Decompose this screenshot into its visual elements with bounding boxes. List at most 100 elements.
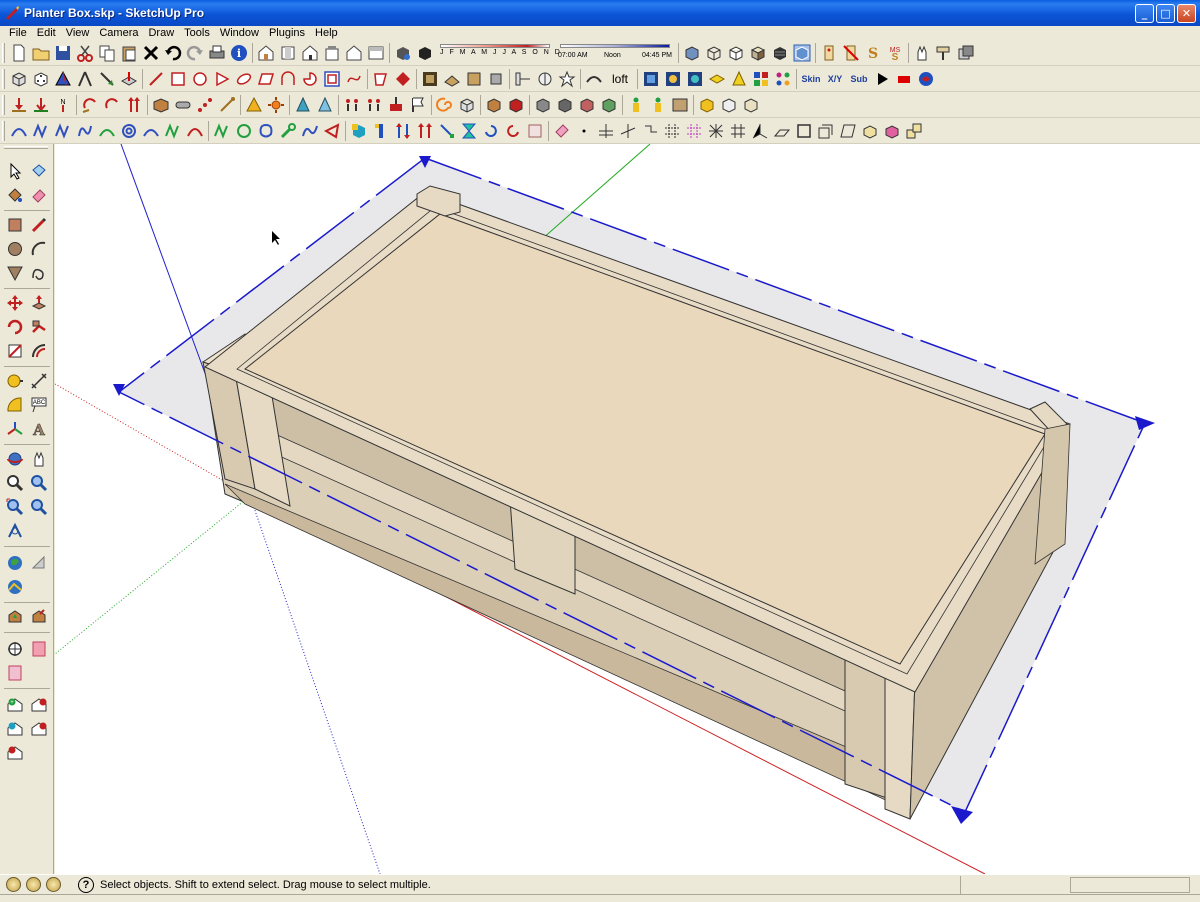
frame-square-icon[interactable]	[793, 120, 815, 142]
pan-hand-icon[interactable]	[28, 448, 50, 470]
align-plugin-icon[interactable]	[30, 94, 52, 116]
eraser-pink-icon[interactable]	[551, 120, 573, 142]
parallelogram-tool-icon[interactable]	[255, 68, 277, 90]
warning-icon[interactable]	[243, 94, 265, 116]
flat-plane-icon[interactable]	[771, 120, 793, 142]
modeling-viewport[interactable]	[55, 144, 1200, 874]
knife-icon[interactable]	[96, 68, 118, 90]
menu-camera[interactable]: Camera	[94, 27, 143, 39]
ruby-console-icon[interactable]	[915, 68, 937, 90]
date-slider[interactable]	[440, 44, 550, 48]
previous-view-icon[interactable]	[28, 496, 50, 518]
line-tool-icon[interactable]	[145, 68, 167, 90]
textured-style-icon[interactable]	[769, 42, 791, 64]
push-pull-icon[interactable]	[28, 292, 50, 314]
camera-plugin-icon[interactable]	[684, 68, 706, 90]
save-icon[interactable]	[52, 42, 74, 64]
stop-icon[interactable]	[893, 68, 915, 90]
flag-icon[interactable]	[407, 94, 429, 116]
sandbox-s-icon[interactable]: S	[862, 42, 884, 64]
texture-image-icon[interactable]	[419, 68, 441, 90]
iso-view-icon[interactable]	[255, 42, 277, 64]
toggle-terrain-icon[interactable]	[4, 576, 26, 598]
zoom-icon[interactable]	[4, 472, 26, 494]
face-outline-icon[interactable]	[370, 68, 392, 90]
3d-text-icon[interactable]: A	[28, 418, 50, 440]
get-models-icon[interactable]	[28, 606, 50, 628]
zoom-window-icon[interactable]	[28, 472, 50, 494]
polygon-tool-icon[interactable]	[211, 68, 233, 90]
orbit-icon[interactable]	[4, 448, 26, 470]
curve-6-icon[interactable]	[140, 120, 162, 142]
dice-icon[interactable]	[30, 68, 52, 90]
arrows-up-down-icon[interactable]	[392, 120, 414, 142]
film-strip-icon[interactable]	[640, 68, 662, 90]
display-shadows-icon[interactable]	[414, 42, 436, 64]
shaded-style-icon[interactable]	[747, 42, 769, 64]
move-icon[interactable]	[4, 292, 26, 314]
ms-plugin-icon[interactable]: MS S	[884, 42, 906, 64]
scale-icon[interactable]	[4, 340, 26, 362]
grid-dashed-icon[interactable]	[661, 120, 683, 142]
ring-icon[interactable]	[233, 120, 255, 142]
pie-tool-icon[interactable]	[299, 68, 321, 90]
grid-cube-3-icon[interactable]	[576, 94, 598, 116]
geo-location-icon[interactable]	[6, 877, 21, 892]
front-view-icon[interactable]	[299, 42, 321, 64]
figure-plugin-2-icon[interactable]	[647, 94, 669, 116]
blue-bar-icon[interactable]	[370, 120, 392, 142]
yellow-diamond-icon[interactable]	[706, 68, 728, 90]
redo-icon[interactable]	[184, 42, 206, 64]
sub-button[interactable]: Sub	[847, 68, 871, 90]
section-display-icon[interactable]	[4, 662, 26, 684]
loft-button[interactable]: loft	[605, 68, 635, 90]
follow-me-icon[interactable]	[28, 316, 50, 338]
color-cubes-icon[interactable]	[750, 68, 772, 90]
paint-bucket-icon[interactable]	[4, 184, 26, 206]
axes-icon[interactable]	[4, 418, 26, 440]
walls-plugin-icon[interactable]	[818, 42, 840, 64]
rotate-plugin-2-icon[interactable]	[101, 94, 123, 116]
sandbox-grid-icon[interactable]	[118, 68, 140, 90]
paste-icon[interactable]	[118, 42, 140, 64]
scene-plugin-icon[interactable]	[662, 68, 684, 90]
rectangle-icon[interactable]	[4, 214, 26, 236]
scene-play-icon[interactable]	[4, 742, 26, 764]
walk-icon[interactable]	[4, 520, 26, 542]
text-icon[interactable]: ABC	[28, 394, 50, 416]
axis-tripod-icon[interactable]	[749, 120, 771, 142]
paper-plugin-icon[interactable]	[524, 120, 546, 142]
top-view-icon[interactable]	[277, 42, 299, 64]
star-lines-icon[interactable]	[705, 120, 727, 142]
diamond-icon[interactable]	[392, 68, 414, 90]
time-slider[interactable]	[560, 44, 670, 48]
grid-cube-icon[interactable]	[532, 94, 554, 116]
menu-plugins[interactable]: Plugins	[264, 27, 310, 39]
rotate-blue-icon[interactable]	[480, 120, 502, 142]
google-earth-icon[interactable]	[4, 552, 26, 574]
right-view-icon[interactable]	[321, 42, 343, 64]
cross-plane-icon[interactable]	[595, 120, 617, 142]
add-scene-icon[interactable]: +	[4, 694, 26, 716]
figure-plugin-icon[interactable]	[625, 94, 647, 116]
protractor-icon[interactable]	[4, 394, 26, 416]
toolbar-grip[interactable]	[2, 95, 5, 115]
star-icon[interactable]	[556, 68, 578, 90]
maximize-button[interactable]: □	[1156, 4, 1175, 23]
play-icon[interactable]	[871, 68, 893, 90]
curve-5-icon[interactable]	[96, 120, 118, 142]
curve-10-icon[interactable]	[299, 120, 321, 142]
fold-plugin-icon[interactable]	[441, 68, 463, 90]
layers-icon[interactable]	[815, 120, 837, 142]
new-file-icon[interactable]	[8, 42, 30, 64]
skin-button[interactable]: Skin	[799, 68, 823, 90]
arc-tool-icon[interactable]	[277, 68, 299, 90]
share-model-icon[interactable]	[4, 606, 26, 628]
chain-plugin-icon[interactable]	[216, 94, 238, 116]
section-plane-icon[interactable]	[28, 638, 50, 660]
cream-cube-icon[interactable]	[740, 94, 762, 116]
curve-4-icon[interactable]	[74, 120, 96, 142]
credits-icon[interactable]	[26, 877, 41, 892]
curve-2-icon[interactable]	[30, 120, 52, 142]
lathe-plugin-icon[interactable]	[512, 68, 534, 90]
